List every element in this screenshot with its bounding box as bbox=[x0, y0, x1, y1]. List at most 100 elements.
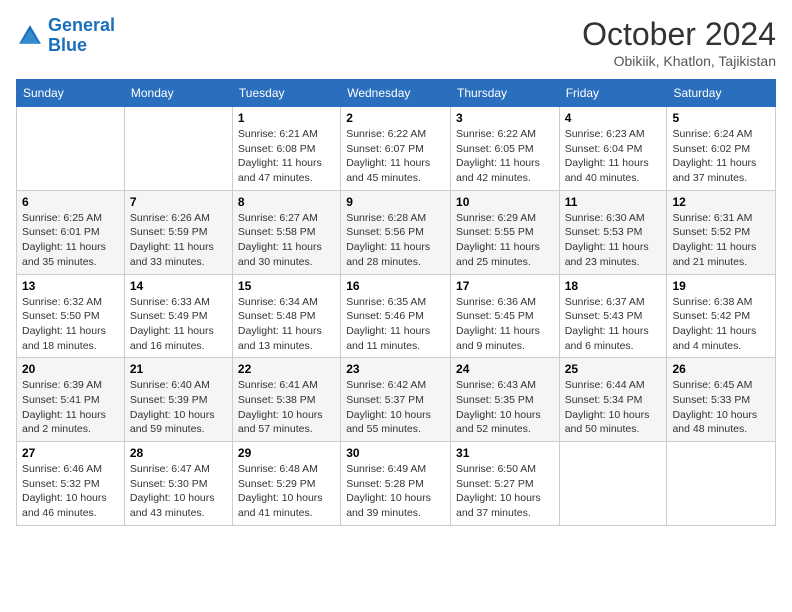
day-content: Sunrise: 6:32 AM Sunset: 5:50 PM Dayligh… bbox=[22, 295, 119, 354]
calendar-table: SundayMondayTuesdayWednesdayThursdayFrid… bbox=[16, 79, 776, 526]
calendar-cell: 15 Sunrise: 6:34 AM Sunset: 5:48 PM Dayli… bbox=[232, 274, 340, 358]
day-number: 11 bbox=[565, 195, 662, 209]
calendar-cell bbox=[124, 107, 232, 191]
day-content: Sunrise: 6:41 AM Sunset: 5:38 PM Dayligh… bbox=[238, 378, 335, 437]
calendar-cell bbox=[17, 107, 125, 191]
day-number: 25 bbox=[565, 362, 662, 376]
day-content: Sunrise: 6:33 AM Sunset: 5:49 PM Dayligh… bbox=[130, 295, 227, 354]
calendar-cell: 8Sunrise: 6:27 AM Sunset: 5:58 PM Daylig… bbox=[232, 190, 340, 274]
calendar-cell: 6 Sunrise: 6:25 AM Sunset: 6:01 PM Daylig… bbox=[17, 190, 125, 274]
calendar-cell: 11 Sunrise: 6:30 AM Sunset: 5:53 PM Dayli… bbox=[559, 190, 667, 274]
calendar-week-row: 6 Sunrise: 6:25 AM Sunset: 6:01 PM Daylig… bbox=[17, 190, 776, 274]
day-content: Sunrise: 6:21 AM Sunset: 6:08 PM Dayligh… bbox=[238, 127, 335, 186]
logo: General Blue bbox=[16, 16, 115, 56]
day-number: 2 bbox=[346, 111, 445, 125]
day-number: 23 bbox=[346, 362, 445, 376]
title-block: October 2024 Obikiik, Khatlon, Tajikista… bbox=[582, 16, 776, 69]
day-number: 6 bbox=[22, 195, 119, 209]
calendar-cell: 21Sunrise: 6:40 AM Sunset: 5:39 PM Dayli… bbox=[124, 358, 232, 442]
calendar-cell: 5 Sunrise: 6:24 AM Sunset: 6:02 PM Daylig… bbox=[667, 107, 776, 191]
calendar-cell: 3 Sunrise: 6:22 AM Sunset: 6:05 PM Daylig… bbox=[451, 107, 560, 191]
day-content: Sunrise: 6:44 AM Sunset: 5:34 PM Dayligh… bbox=[565, 378, 662, 437]
day-number: 1 bbox=[238, 111, 335, 125]
weekday-header: Thursday bbox=[451, 80, 560, 107]
day-number: 5 bbox=[672, 111, 770, 125]
day-number: 3 bbox=[456, 111, 554, 125]
month-title: October 2024 bbox=[582, 16, 776, 53]
day-content: Sunrise: 6:34 AM Sunset: 5:48 PM Dayligh… bbox=[238, 295, 335, 354]
day-number: 10 bbox=[456, 195, 554, 209]
day-number: 17 bbox=[456, 279, 554, 293]
day-number: 15 bbox=[238, 279, 335, 293]
calendar-cell: 28Sunrise: 6:47 AM Sunset: 5:30 PM Dayli… bbox=[124, 442, 232, 526]
day-content: Sunrise: 6:48 AM Sunset: 5:29 PM Dayligh… bbox=[238, 462, 335, 521]
logo-icon bbox=[16, 22, 44, 50]
day-number: 14 bbox=[130, 279, 227, 293]
day-content: Sunrise: 6:36 AM Sunset: 5:45 PM Dayligh… bbox=[456, 295, 554, 354]
calendar-week-row: 20 Sunrise: 6:39 AM Sunset: 5:41 PM Dayli… bbox=[17, 358, 776, 442]
calendar-cell: 17 Sunrise: 6:36 AM Sunset: 5:45 PM Dayli… bbox=[451, 274, 560, 358]
day-number: 30 bbox=[346, 446, 445, 460]
day-content: Sunrise: 6:27 AM Sunset: 5:58 PM Dayligh… bbox=[238, 211, 335, 270]
day-number: 9 bbox=[346, 195, 445, 209]
calendar-cell: 27 Sunrise: 6:46 AM Sunset: 5:32 PM Dayli… bbox=[17, 442, 125, 526]
calendar-cell: 24 Sunrise: 6:43 AM Sunset: 5:35 PM Dayli… bbox=[451, 358, 560, 442]
calendar-week-row: 13Sunrise: 6:32 AM Sunset: 5:50 PM Dayli… bbox=[17, 274, 776, 358]
day-number: 20 bbox=[22, 362, 119, 376]
weekday-header: Wednesday bbox=[341, 80, 451, 107]
calendar-cell: 1 Sunrise: 6:21 AM Sunset: 6:08 PM Daylig… bbox=[232, 107, 340, 191]
calendar-cell: 18 Sunrise: 6:37 AM Sunset: 5:43 PM Dayli… bbox=[559, 274, 667, 358]
day-content: Sunrise: 6:25 AM Sunset: 6:01 PM Dayligh… bbox=[22, 211, 119, 270]
calendar-cell bbox=[667, 442, 776, 526]
day-number: 24 bbox=[456, 362, 554, 376]
logo-text: General Blue bbox=[48, 16, 115, 56]
weekday-header: Sunday bbox=[17, 80, 125, 107]
location: Obikiik, Khatlon, Tajikistan bbox=[582, 53, 776, 69]
calendar-cell: 29 Sunrise: 6:48 AM Sunset: 5:29 PM Dayli… bbox=[232, 442, 340, 526]
day-content: Sunrise: 6:38 AM Sunset: 5:42 PM Dayligh… bbox=[672, 295, 770, 354]
calendar-cell: 13Sunrise: 6:32 AM Sunset: 5:50 PM Dayli… bbox=[17, 274, 125, 358]
day-number: 7 bbox=[130, 195, 227, 209]
day-number: 4 bbox=[565, 111, 662, 125]
day-content: Sunrise: 6:50 AM Sunset: 5:27 PM Dayligh… bbox=[456, 462, 554, 521]
day-content: Sunrise: 6:35 AM Sunset: 5:46 PM Dayligh… bbox=[346, 295, 445, 354]
day-number: 21 bbox=[130, 362, 227, 376]
day-content: Sunrise: 6:31 AM Sunset: 5:52 PM Dayligh… bbox=[672, 211, 770, 270]
day-number: 16 bbox=[346, 279, 445, 293]
calendar-cell: 12Sunrise: 6:31 AM Sunset: 5:52 PM Dayli… bbox=[667, 190, 776, 274]
day-number: 18 bbox=[565, 279, 662, 293]
day-content: Sunrise: 6:49 AM Sunset: 5:28 PM Dayligh… bbox=[346, 462, 445, 521]
day-number: 22 bbox=[238, 362, 335, 376]
day-content: Sunrise: 6:23 AM Sunset: 6:04 PM Dayligh… bbox=[565, 127, 662, 186]
calendar-cell: 20 Sunrise: 6:39 AM Sunset: 5:41 PM Dayli… bbox=[17, 358, 125, 442]
weekday-header: Tuesday bbox=[232, 80, 340, 107]
calendar-cell: 4 Sunrise: 6:23 AM Sunset: 6:04 PM Daylig… bbox=[559, 107, 667, 191]
day-content: Sunrise: 6:42 AM Sunset: 5:37 PM Dayligh… bbox=[346, 378, 445, 437]
day-content: Sunrise: 6:37 AM Sunset: 5:43 PM Dayligh… bbox=[565, 295, 662, 354]
day-number: 19 bbox=[672, 279, 770, 293]
calendar-week-row: 27 Sunrise: 6:46 AM Sunset: 5:32 PM Dayli… bbox=[17, 442, 776, 526]
day-number: 27 bbox=[22, 446, 119, 460]
calendar-cell: 26Sunrise: 6:45 AM Sunset: 5:33 PM Dayli… bbox=[667, 358, 776, 442]
calendar-cell: 19 Sunrise: 6:38 AM Sunset: 5:42 PM Dayli… bbox=[667, 274, 776, 358]
day-content: Sunrise: 6:22 AM Sunset: 6:07 PM Dayligh… bbox=[346, 127, 445, 186]
calendar-cell: 14 Sunrise: 6:33 AM Sunset: 5:49 PM Dayli… bbox=[124, 274, 232, 358]
day-number: 26 bbox=[672, 362, 770, 376]
calendar-cell: 16 Sunrise: 6:35 AM Sunset: 5:46 PM Dayli… bbox=[341, 274, 451, 358]
day-content: Sunrise: 6:39 AM Sunset: 5:41 PM Dayligh… bbox=[22, 378, 119, 437]
day-content: Sunrise: 6:30 AM Sunset: 5:53 PM Dayligh… bbox=[565, 211, 662, 270]
calendar-week-row: 1 Sunrise: 6:21 AM Sunset: 6:08 PM Daylig… bbox=[17, 107, 776, 191]
day-number: 29 bbox=[238, 446, 335, 460]
day-content: Sunrise: 6:46 AM Sunset: 5:32 PM Dayligh… bbox=[22, 462, 119, 521]
day-number: 31 bbox=[456, 446, 554, 460]
calendar-cell: 31 Sunrise: 6:50 AM Sunset: 5:27 PM Dayli… bbox=[451, 442, 560, 526]
day-content: Sunrise: 6:26 AM Sunset: 5:59 PM Dayligh… bbox=[130, 211, 227, 270]
weekday-header: Monday bbox=[124, 80, 232, 107]
calendar-cell: 2 Sunrise: 6:22 AM Sunset: 6:07 PM Daylig… bbox=[341, 107, 451, 191]
day-content: Sunrise: 6:43 AM Sunset: 5:35 PM Dayligh… bbox=[456, 378, 554, 437]
calendar-cell: 10Sunrise: 6:29 AM Sunset: 5:55 PM Dayli… bbox=[451, 190, 560, 274]
day-content: Sunrise: 6:22 AM Sunset: 6:05 PM Dayligh… bbox=[456, 127, 554, 186]
day-content: Sunrise: 6:24 AM Sunset: 6:02 PM Dayligh… bbox=[672, 127, 770, 186]
calendar-cell: 30 Sunrise: 6:49 AM Sunset: 5:28 PM Dayli… bbox=[341, 442, 451, 526]
calendar-cell: 7 Sunrise: 6:26 AM Sunset: 5:59 PM Daylig… bbox=[124, 190, 232, 274]
